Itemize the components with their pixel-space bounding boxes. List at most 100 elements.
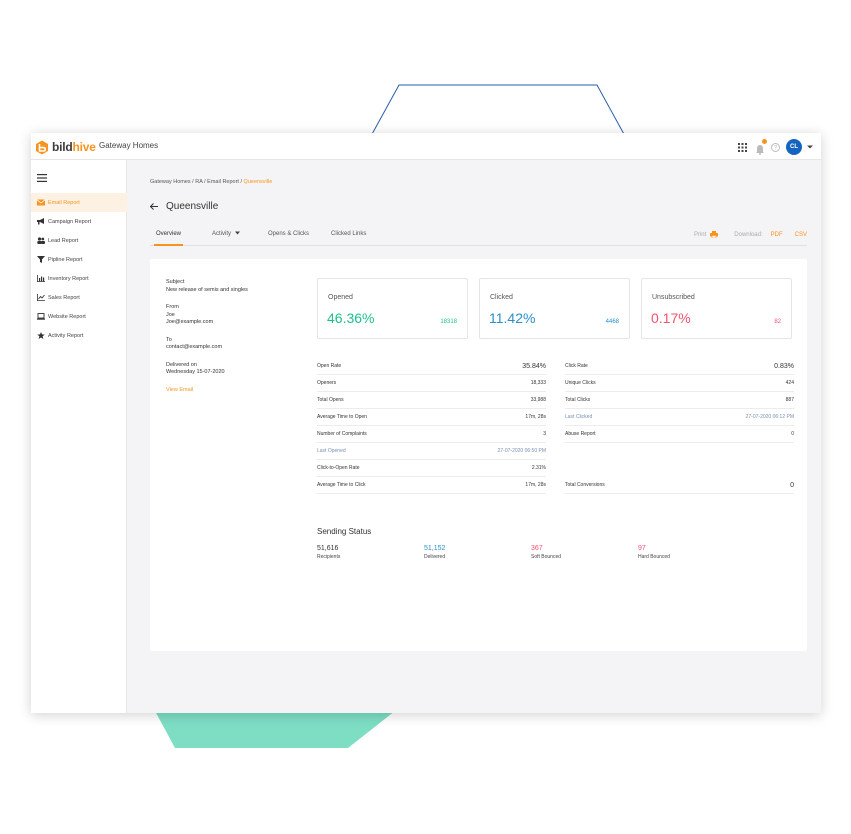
metric-label: Abuse Report: [565, 431, 596, 437]
metric-value: 17m, 28s: [525, 414, 546, 420]
breadcrumb-path[interactable]: Gateway Homes / RA / Email Report /: [150, 179, 244, 185]
metric-value: 424: [785, 380, 794, 386]
sending-delivered: 51,152 Delivered: [424, 545, 524, 560]
stat-unsubscribed: Unsubscribed 0.17% 82: [641, 278, 792, 339]
metric-label: Open Rate: [317, 363, 342, 369]
metric-row-empty: [565, 460, 794, 477]
tab-opens-clicks[interactable]: Opens & Clicks: [268, 231, 309, 246]
main-content: Gateway Homes / RA / Email Report / Quee…: [127, 160, 821, 713]
metric-label: Click-to-Open Rate: [317, 465, 360, 471]
sidebar-item-label: Campaign Report: [48, 218, 92, 225]
from-email: Joe@example.com: [166, 319, 214, 325]
sidebar-item-sales-report[interactable]: Sales Report: [31, 288, 127, 307]
star-icon: [37, 332, 45, 339]
stat-unsubscribed-label: Unsubscribed: [652, 294, 695, 301]
metric-label: Number of Complaints: [317, 431, 367, 437]
metric-label: Average Time to Open: [317, 414, 367, 420]
metric-row: Total Clicks 887: [565, 392, 794, 409]
bell-icon: [756, 144, 764, 155]
metric-row: Average Time to Click 17m, 28s: [317, 477, 546, 494]
sidebar-item-label: Website Report: [48, 313, 86, 320]
megaphone-icon: [37, 218, 44, 225]
notifications-button[interactable]: [755, 138, 767, 155]
metric-row: Total Opens 33,988: [317, 392, 546, 409]
report-tools: Print Download: PDF CSV: [694, 231, 807, 238]
metric-value: 3: [543, 431, 546, 437]
sidebar-item-email-report[interactable]: Email Report: [31, 193, 127, 212]
from-label: From: [166, 304, 179, 310]
delivered-value: Wednesday 15-07-2020: [166, 369, 225, 375]
metric-value: 17m, 28s: [525, 482, 546, 488]
help-icon[interactable]: ?: [771, 142, 780, 152]
sending-value: 367: [531, 545, 543, 552]
sidebar-nav: Email Report Campaign Report Lead Report…: [31, 193, 127, 345]
email-info: Subject New release of semis and singles…: [166, 279, 296, 394]
tab-activity-label: Activity: [212, 231, 232, 237]
tab-clicked-links[interactable]: Clicked Links: [331, 231, 366, 246]
apps-grid-icon[interactable]: [738, 142, 747, 152]
metric-value: 0: [791, 431, 794, 437]
download-label: Download:: [734, 231, 763, 238]
sidebar-item-activity-report[interactable]: Activity Report: [31, 326, 127, 345]
app-window: bildhive Gateway Homes ? CL Email Report…: [31, 133, 821, 713]
laptop-icon: [37, 313, 45, 320]
metric-label: Unique Clicks: [565, 380, 596, 386]
download-csv-link[interactable]: CSV: [795, 232, 807, 238]
metric-row: Click-to-Open Rate 2.31%: [317, 460, 546, 477]
metric-row: Unique Clicks 424: [565, 375, 794, 392]
delivered-group: Delivered on Wednesday 15-07-2020: [166, 362, 296, 377]
sidebar-item-website-report[interactable]: Website Report: [31, 307, 127, 326]
metric-row: Abuse Report 0: [565, 426, 794, 443]
metric-value: 2.31%: [531, 465, 546, 471]
metrics-right: Click Rate 0.83% Unique Clicks 424 Total C…: [565, 358, 794, 494]
sidebar-item-label: Lead Report: [48, 237, 79, 244]
sidebar-item-campaign-report[interactable]: Campaign Report: [31, 212, 127, 231]
to-email: contact@example.com: [166, 344, 223, 350]
metric-row: Open Rate 35.84%: [317, 358, 546, 375]
breadcrumb-current: Queensville: [243, 179, 273, 185]
download-pdf-link[interactable]: PDF: [771, 232, 783, 238]
decor-outline-hexagon: [371, 84, 625, 136]
metric-value: 887: [785, 397, 794, 403]
top-bar: bildhive Gateway Homes ? CL: [31, 133, 821, 160]
metric-row: Openers 18,333: [317, 375, 546, 392]
print-button[interactable]: Print: [694, 232, 706, 238]
sidebar-item-lead-report[interactable]: Lead Report: [31, 231, 127, 250]
sidebar-item-label: Activity Report: [48, 332, 84, 339]
stat-opened-percent: 46.36%: [327, 310, 375, 326]
decor-teal-hexagon: [155, 711, 395, 748]
tab-overview[interactable]: Overview: [154, 231, 184, 246]
sidebar-item-inventory-report[interactable]: Inventory Report: [31, 269, 127, 288]
bildhive-logo[interactable]: bildhive: [35, 139, 96, 155]
back-arrow-icon[interactable]: [150, 203, 158, 210]
hamburger-menu-icon[interactable]: [37, 174, 47, 182]
envelope-icon: [37, 199, 45, 206]
notification-badge: [762, 138, 767, 144]
stat-unsubscribed-percent: 0.17%: [651, 310, 691, 326]
sending-label: Recipients: [317, 554, 341, 560]
stat-clicked-label: Clicked: [490, 294, 513, 301]
chevron-down-icon[interactable]: [807, 144, 813, 150]
subject-label: Subject: [166, 279, 185, 285]
metric-label: Last Clicked: [565, 414, 593, 420]
printer-icon[interactable]: [710, 231, 719, 238]
sidebar-item-pipline-report[interactable]: Pipline Report: [31, 250, 127, 269]
stat-unsubscribed-count: 82: [774, 319, 781, 325]
bar-chart-icon: [37, 275, 45, 282]
overview-card: Subject New release of semis and singles…: [150, 259, 807, 651]
metric-value: 0: [790, 481, 794, 489]
sidebar: Email Report Campaign Report Lead Report…: [31, 160, 127, 713]
sending-label: Soft Bounced: [531, 554, 562, 560]
sending-value: 51,616: [317, 545, 339, 552]
svg-text:?: ?: [774, 145, 778, 151]
sending-soft-bounced: 367 Soft Bounced: [531, 545, 631, 560]
tab-activity[interactable]: Activity: [212, 231, 240, 246]
metric-value: 27-07-2020 06:12 PM: [745, 414, 794, 420]
view-email-link[interactable]: View Email: [166, 387, 296, 395]
metric-row: Last Opened 27-07-2020 06:50 PM: [317, 443, 546, 460]
logo-text: bildhive: [52, 140, 96, 154]
logo-text-part2: hive: [72, 140, 96, 154]
metric-row: Click Rate 0.83%: [565, 358, 794, 375]
stat-clicked-count: 4468: [605, 319, 619, 325]
user-avatar[interactable]: CL: [786, 139, 802, 155]
